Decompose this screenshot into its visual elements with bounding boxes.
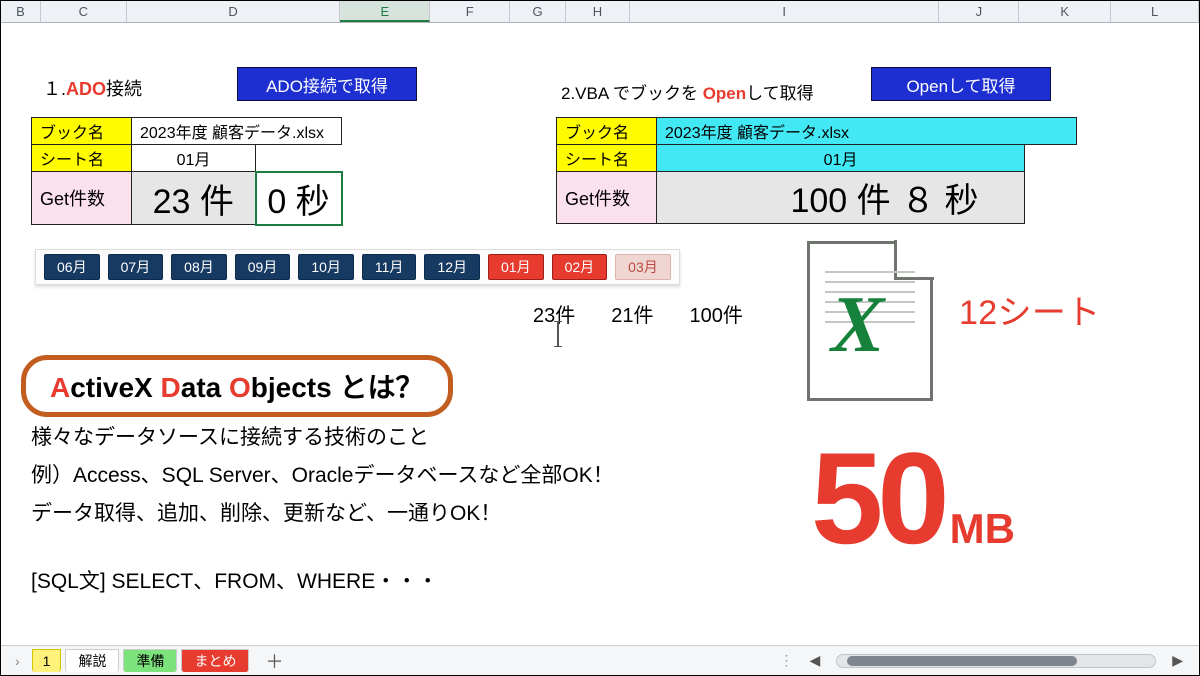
file-size: 50 MB	[811, 433, 1015, 563]
column-header-H[interactable]: H	[566, 1, 630, 22]
month-tab-02月[interactable]: 02月	[552, 254, 608, 280]
month-tab-08月[interactable]: 08月	[171, 254, 227, 280]
column-headers: BCDEFGHIJKL	[1, 1, 1199, 23]
ado-count-value: 23 件	[132, 172, 256, 225]
sheet-label: シート名	[32, 145, 132, 172]
sheet-tab-解説[interactable]: 解説	[65, 649, 119, 672]
ado-info-table: ブック名 2023年度 顧客データ.xlsx シート名 01月 Get件数 23…	[31, 117, 343, 226]
month-count-value: 100件	[690, 299, 743, 328]
month-tab-10月[interactable]: 10月	[298, 254, 354, 280]
horizontal-scrollbar[interactable]	[836, 654, 1156, 668]
open-fetch-button[interactable]: Openして取得	[871, 67, 1051, 101]
sheet-name-cell[interactable]: 01月	[132, 145, 256, 172]
column-header-B[interactable]: B	[1, 1, 41, 22]
ado-time-value: 0 秒	[256, 172, 342, 225]
book-label: ブック名	[557, 118, 657, 145]
count-label: Get件数	[32, 172, 132, 225]
sheet-count-label: 12シート	[959, 285, 1101, 334]
column-header-L[interactable]: L	[1111, 1, 1199, 22]
column-header-F[interactable]: F	[430, 1, 510, 22]
column-header-E[interactable]: E	[340, 1, 430, 22]
scroll-left-button[interactable]: ◀	[803, 652, 826, 669]
section-2-title: 2.VBA でブックを Openして取得	[561, 79, 814, 104]
column-header-I[interactable]: I	[630, 1, 939, 22]
column-header-J[interactable]: J	[939, 1, 1019, 22]
count-label: Get件数	[557, 172, 657, 224]
month-tab-03月[interactable]: 03月	[615, 254, 671, 280]
column-header-K[interactable]: K	[1019, 1, 1111, 22]
sheet-tab-まとめ[interactable]: まとめ	[181, 649, 249, 672]
sheet-tab-bar: › 1 解説準備まとめ ＋ ⋮ ◀ ▶	[1, 645, 1199, 675]
month-count-value: 21件	[611, 299, 653, 328]
excel-file-icon: X	[807, 241, 947, 409]
scroll-right-button[interactable]: ▶	[1166, 652, 1189, 669]
text-cursor-icon	[557, 321, 559, 347]
sheet-label: シート名	[557, 145, 657, 172]
column-header-D[interactable]: D	[127, 1, 341, 22]
month-count-value: 23件	[533, 299, 575, 328]
new-sheet-button[interactable]: ＋	[251, 648, 297, 674]
book-name-cell[interactable]: 2023年度 顧客データ.xlsx	[132, 118, 342, 145]
worksheet-area: １.ADO接続 ADO接続で取得 2.VBA でブックを Openして取得 Op…	[1, 23, 1199, 645]
ado-desc-line: データ取得、追加、削除、更新など、一通りOK！	[31, 497, 501, 532]
sheet-tab-準備[interactable]: 準備	[123, 649, 177, 672]
sheet-name-cell[interactable]: 01月	[657, 145, 1025, 172]
month-counts: 23件 21件 100件	[533, 299, 743, 328]
ado-desc-line: 様々なデータソースに接続する技術のこと	[31, 421, 429, 456]
tab-scroll-right-icon[interactable]: ›	[5, 653, 30, 669]
column-header-C[interactable]: C	[41, 1, 127, 22]
book-label: ブック名	[32, 118, 132, 145]
month-tabs: 06月 07月 08月 09月 10月 11月 12月 01月 02月 03月	[35, 249, 680, 285]
book-name-cell[interactable]: 2023年度 顧客データ.xlsx	[657, 118, 1077, 145]
month-tab-07月[interactable]: 07月	[108, 254, 164, 280]
column-header-G[interactable]: G	[510, 1, 566, 22]
open-info-table: ブック名 2023年度 顧客データ.xlsx シート名 01月 Get件数 10…	[556, 117, 1077, 224]
month-tab-06月[interactable]: 06月	[44, 254, 100, 280]
month-tab-12月[interactable]: 12月	[424, 254, 480, 280]
section-1-title: １.ADO接続	[43, 75, 142, 101]
open-time-value: ８ 秒	[901, 173, 978, 222]
ado-heading-bubble: ActiveX Data Objects とは？	[21, 355, 453, 417]
ado-desc-line: 例）Access、SQL Server、Oracleデータベースなど全部OK！	[31, 459, 614, 494]
ado-desc-line: [SQL文] SELECT、FROM、WHERE・・・	[31, 565, 438, 600]
sheet-tab-1[interactable]: 1	[32, 649, 62, 672]
scrollbar-thumb[interactable]	[847, 656, 1077, 666]
month-tab-09月[interactable]: 09月	[235, 254, 291, 280]
month-tab-01月[interactable]: 01月	[488, 254, 544, 280]
ado-fetch-button[interactable]: ADO接続で取得	[237, 67, 417, 101]
tab-divider-icon: ⋮	[779, 652, 793, 669]
month-tab-11月[interactable]: 11月	[362, 254, 417, 280]
